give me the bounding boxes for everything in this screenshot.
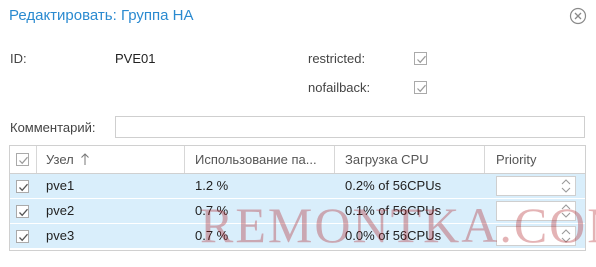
check-icon bbox=[19, 156, 28, 165]
close-icon[interactable] bbox=[569, 7, 587, 25]
row-checkbox[interactable] bbox=[16, 230, 29, 243]
table-row[interactable]: pve3 0.7 % 0.0% of 56CPUs bbox=[10, 224, 585, 249]
check-icon bbox=[417, 84, 426, 93]
spinner-arrows-icon[interactable] bbox=[560, 228, 572, 244]
nofailback-label: nofailback: bbox=[308, 80, 371, 95]
table-row[interactable]: pve1 1.2 % 0.2% of 56CPUs bbox=[10, 174, 585, 199]
id-label: ID: bbox=[10, 51, 27, 66]
check-icon bbox=[417, 55, 426, 64]
column-node-label: Узел bbox=[46, 152, 74, 167]
usage-cell: 1.2 % bbox=[195, 178, 229, 193]
usage-cell: 0.7 % bbox=[195, 203, 229, 218]
nodes-grid: Узел Использование па... Загрузка CPU Pr… bbox=[9, 145, 586, 251]
id-value: PVE01 bbox=[115, 51, 156, 66]
restricted-checkbox[interactable] bbox=[414, 52, 427, 65]
check-icon bbox=[19, 208, 28, 217]
node-cell: pve3 bbox=[46, 228, 75, 243]
check-icon bbox=[19, 233, 28, 242]
dialog-title: Редактировать: Группа HA bbox=[9, 7, 194, 24]
column-header-cpu[interactable]: Загрузка CPU bbox=[335, 146, 485, 173]
cpu-cell: 0.2% of 56CPUs bbox=[345, 178, 442, 193]
row-checkbox[interactable] bbox=[16, 205, 29, 218]
column-header-usage[interactable]: Использование па... bbox=[185, 146, 335, 173]
select-all-checkbox[interactable] bbox=[16, 153, 29, 166]
comment-label: Комментарий: bbox=[10, 120, 96, 135]
node-cell: pve2 bbox=[46, 203, 75, 218]
row-checkbox[interactable] bbox=[16, 180, 29, 193]
comment-input[interactable] bbox=[115, 116, 585, 138]
spinner-arrows-icon[interactable] bbox=[560, 178, 572, 194]
node-cell: pve1 bbox=[46, 178, 75, 193]
spinner-arrows-icon[interactable] bbox=[560, 203, 572, 219]
nofailback-checkbox[interactable] bbox=[414, 81, 427, 94]
priority-spinner[interactable] bbox=[496, 226, 576, 246]
select-all-header bbox=[10, 146, 37, 173]
cpu-cell: 0.1% of 56CPUs bbox=[345, 203, 442, 218]
grid-header: Узел Использование па... Загрузка CPU Pr… bbox=[10, 146, 585, 174]
column-header-priority[interactable]: Priority bbox=[485, 146, 585, 173]
priority-spinner[interactable] bbox=[496, 176, 576, 196]
column-header-node[interactable]: Узел bbox=[37, 146, 185, 173]
check-icon bbox=[19, 183, 28, 192]
restricted-label: restricted: bbox=[308, 51, 366, 66]
arrow-up-icon bbox=[81, 153, 90, 165]
cpu-cell: 0.0% of 56CPUs bbox=[345, 228, 442, 243]
usage-cell: 0.7 % bbox=[195, 228, 229, 243]
table-row[interactable]: pve2 0.7 % 0.1% of 56CPUs bbox=[10, 199, 585, 224]
edit-ha-group-dialog: Редактировать: Группа HA ID: PVE01 restr… bbox=[0, 0, 596, 267]
priority-spinner[interactable] bbox=[496, 201, 576, 221]
